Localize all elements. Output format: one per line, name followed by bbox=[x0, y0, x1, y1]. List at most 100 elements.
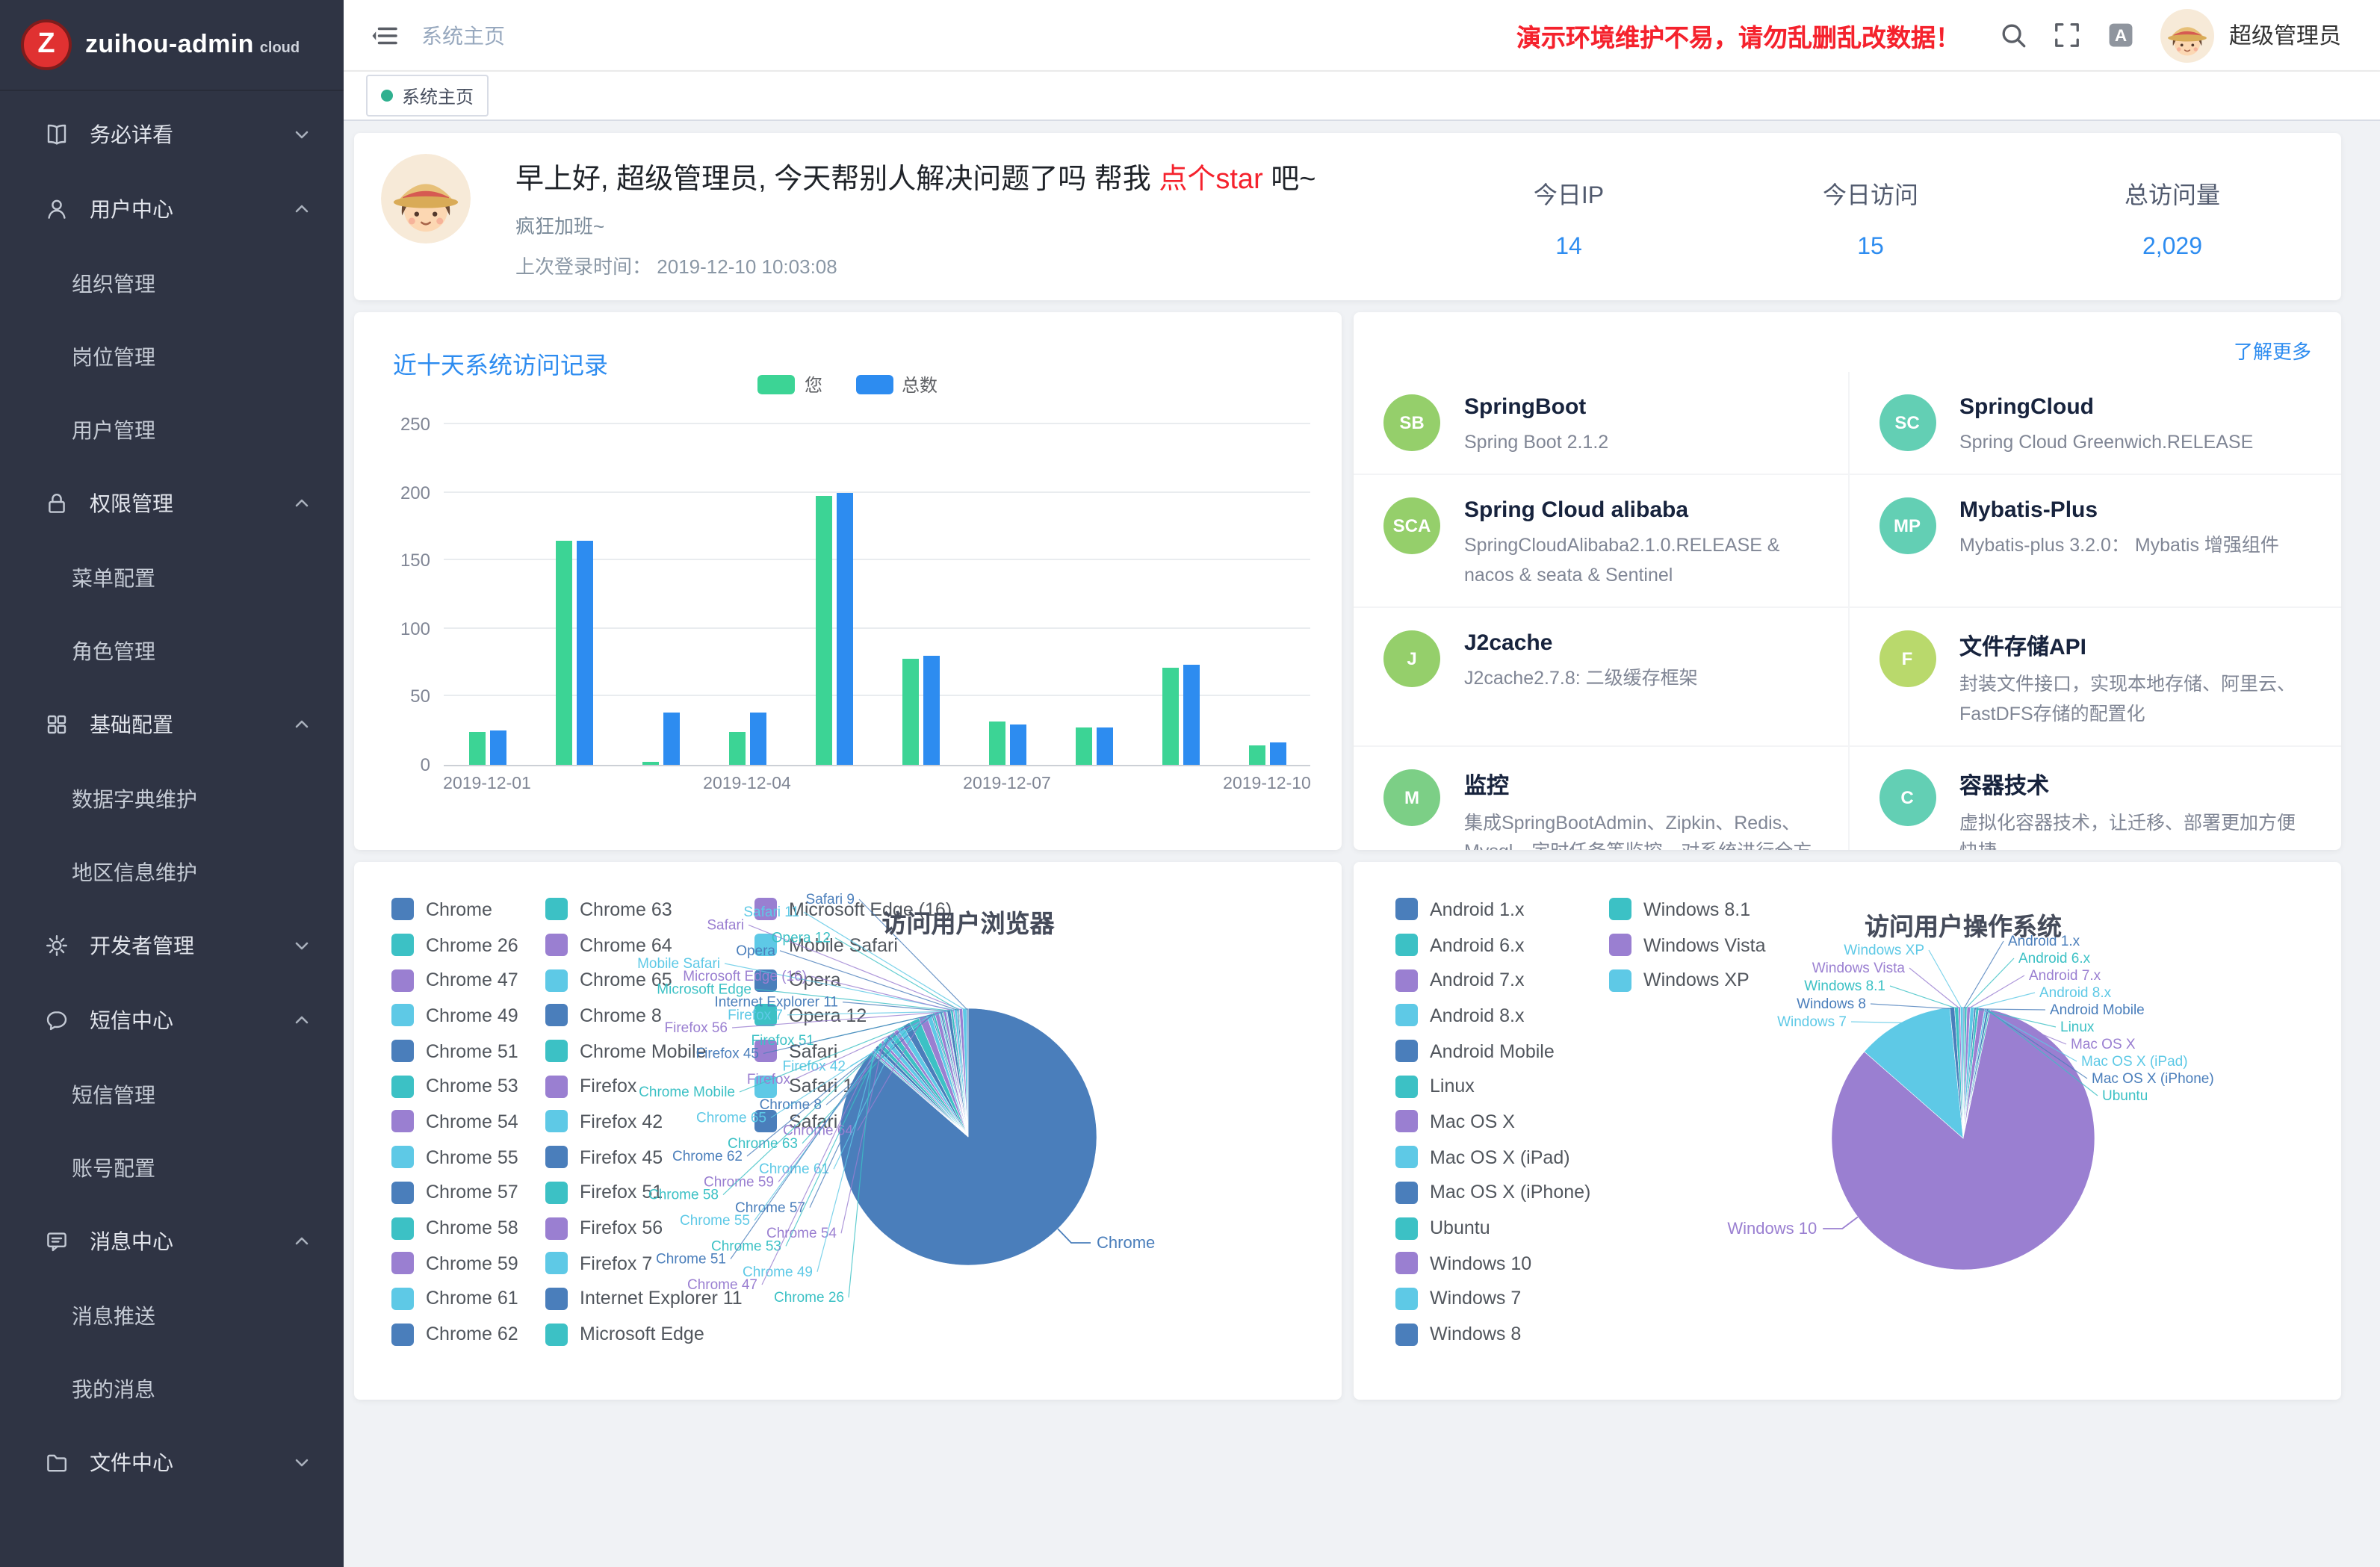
pie-callout-label: Windows XP bbox=[1844, 943, 1924, 958]
sidebar-subitem-area-info[interactable]: 地区信息维护 bbox=[0, 835, 344, 908]
sidebar-item-sms-center[interactable]: 短信中心 bbox=[0, 983, 344, 1058]
bar-you-2019-12-02[interactable] bbox=[555, 542, 571, 765]
sidebar-menu: 务必详看用户中心组织管理岗位管理用户管理权限管理菜单配置角色管理基础配置数据字典… bbox=[0, 91, 344, 1500]
info-content-file-storage-api: 文件存储API 封装文件接口，实现本地存储、阿里云、FastDFS存储的配置化 bbox=[1959, 630, 2311, 729]
pie-callout-line bbox=[1909, 968, 1959, 1008]
pie-callout-label: Firefox 56 bbox=[665, 1020, 728, 1036]
info-item-j2cache: JJ2cacheJ2cache2.7.8: 二级缓存框架 bbox=[1354, 608, 1847, 747]
sidebar-subitem-role-management[interactable]: 角色管理 bbox=[0, 614, 344, 687]
submenu-permission: 菜单配置角色管理 bbox=[0, 541, 344, 687]
pie-callout-label: Android 8.x bbox=[2039, 985, 2112, 1001]
sidebar-subitem-data-dict[interactable]: 数据字典维护 bbox=[0, 762, 344, 835]
pie-callout-line bbox=[1890, 986, 1956, 1008]
info-item-desc: Mybatis-plus 3.2.0： Mybatis 增强组件 bbox=[1959, 533, 2279, 562]
bar-total-2019-12-08[interactable] bbox=[1096, 728, 1112, 765]
bar-group-2019-12-09 bbox=[1137, 424, 1224, 765]
sidebar-item-user-center[interactable]: 用户中心 bbox=[0, 172, 344, 246]
sidebar-item-permission[interactable]: 权限管理 bbox=[0, 466, 344, 541]
sidebar-item-file-center[interactable]: 文件中心 bbox=[0, 1425, 344, 1500]
user-avatar[interactable] bbox=[2160, 8, 2214, 62]
sidebar-subitem-org-management[interactable]: 组织管理 bbox=[0, 246, 344, 320]
sidebar-subitem-message-push[interactable]: 消息推送 bbox=[0, 1279, 344, 1352]
sidebar-subitem-menu-config[interactable]: 菜单配置 bbox=[0, 541, 344, 614]
avatar-image bbox=[2160, 8, 2214, 62]
bar-total-2019-12-07[interactable] bbox=[1009, 724, 1026, 765]
pie-callout-label: Android 7.x bbox=[2029, 968, 2101, 984]
learn-more-link[interactable]: 了解更多 bbox=[2234, 336, 2311, 364]
pie-callout-line bbox=[1823, 1217, 1858, 1229]
sidebar-item-label: 消息中心 bbox=[90, 1226, 173, 1256]
sidebar-subitem-sms-management[interactable]: 短信管理 bbox=[0, 1058, 344, 1131]
greeting-prefix: 早上好, 超级管理员, 今天帮别人解决问题了吗 帮我 bbox=[515, 164, 1159, 196]
bar-you-2019-12-10[interactable] bbox=[1248, 745, 1265, 765]
info-item-title: 文件存储API bbox=[1959, 630, 2311, 662]
bar-group-2019-12-01 bbox=[444, 424, 530, 765]
legend-item-item[interactable]: 总数 bbox=[855, 372, 938, 397]
pie-callout-line bbox=[835, 938, 959, 1011]
bar-you-2019-12-04[interactable] bbox=[728, 732, 745, 765]
bar-you-2019-12-03[interactable] bbox=[642, 762, 658, 765]
bar-total-2019-12-02[interactable] bbox=[576, 540, 592, 765]
bar-group-2019-12-07 bbox=[964, 424, 1050, 765]
user-icon bbox=[45, 197, 69, 221]
pie-main-label: Windows 10 bbox=[1727, 1219, 1817, 1238]
bar-total-2019-12-10[interactable] bbox=[1269, 743, 1286, 765]
star-link[interactable]: 点个star bbox=[1159, 164, 1262, 196]
info-item-desc: J2cache2.7.8: 二级缓存框架 bbox=[1464, 665, 1698, 694]
info-item-title: Mybatis-Plus bbox=[1959, 498, 2279, 524]
font-size-button[interactable]: A bbox=[2107, 21, 2135, 49]
info-item-desc: Spring Cloud Greenwich.RELEASE bbox=[1959, 429, 2253, 458]
sidebar-subitem-sms-account[interactable]: 账号配置 bbox=[0, 1131, 344, 1204]
bar-total-2019-12-06[interactable] bbox=[923, 656, 939, 765]
visit-chart-card: 近十天系统访问记录 您总数 0501001502002502019-12-012… bbox=[354, 312, 1342, 850]
bar-you-2019-12-06[interactable] bbox=[902, 659, 918, 765]
sidebar-subitem-post-management[interactable]: 岗位管理 bbox=[0, 320, 344, 393]
search-button[interactable] bbox=[1999, 21, 2027, 49]
bar-total-2019-12-04[interactable] bbox=[749, 713, 766, 765]
legend-swatch bbox=[855, 375, 893, 394]
pie-callout-label: Android 6.x bbox=[2018, 951, 2091, 966]
last-login-time: 2019-12-10 10:03:08 bbox=[657, 255, 837, 278]
current-user-name[interactable]: 超级管理员 bbox=[2229, 19, 2341, 51]
bar-you-2019-12-09[interactable] bbox=[1162, 668, 1178, 765]
chevron-up-icon bbox=[293, 1232, 311, 1250]
sidebar-subitem-my-messages[interactable]: 我的消息 bbox=[0, 1352, 344, 1425]
bar-total-2019-12-05[interactable] bbox=[836, 492, 852, 765]
pie-callout-label: Safari 11 bbox=[743, 904, 799, 920]
sidebar-item-label: 权限管理 bbox=[90, 488, 173, 518]
sidebar-item-must-read[interactable]: 务必详看 bbox=[0, 97, 344, 172]
sidebar-toggle-button[interactable] bbox=[371, 20, 400, 50]
info-item-desc: 集成SpringBootAdmin、Zipkin、Redis、Mysql、定时任… bbox=[1464, 810, 1817, 850]
bar-you-2019-12-05[interactable] bbox=[815, 497, 831, 765]
sidebar-item-message-center[interactable]: 消息中心 bbox=[0, 1204, 344, 1279]
bar-you-2019-12-07[interactable] bbox=[988, 722, 1005, 765]
bar-total-2019-12-03[interactable] bbox=[663, 713, 679, 765]
info-badge-monitor: M bbox=[1383, 769, 1440, 826]
info-badge-springboot: SB bbox=[1383, 394, 1440, 451]
sidebar-subitem-label: 数据字典维护 bbox=[72, 784, 197, 813]
info-item-desc: 封装文件接口，实现本地存储、阿里云、FastDFS存储的配置化 bbox=[1959, 671, 2311, 729]
logo-letter: Z bbox=[37, 28, 55, 61]
bar-you-2019-12-08[interactable] bbox=[1075, 727, 1091, 765]
sidebar-subitem-label: 用户管理 bbox=[72, 415, 155, 444]
app-logo[interactable]: Z zuihou-admin cloud bbox=[0, 0, 344, 91]
legend-item-item[interactable]: 您 bbox=[758, 372, 822, 397]
bar-you-2019-12-01[interactable] bbox=[468, 732, 485, 765]
breadcrumb: 系统主页 bbox=[421, 20, 505, 50]
x-axis-label: 2019-12-07 bbox=[952, 775, 1062, 793]
legend-swatch bbox=[758, 375, 796, 394]
sidebar-subitem-user-management[interactable]: 用户管理 bbox=[0, 393, 344, 466]
fullscreen-button[interactable] bbox=[2053, 21, 2081, 49]
gear-icon bbox=[45, 934, 69, 958]
info-content-monitor: 监控集成SpringBootAdmin、Zipkin、Redis、Mysql、定… bbox=[1464, 769, 1817, 850]
bar-total-2019-12-09[interactable] bbox=[1183, 665, 1199, 765]
sidebar-item-developer[interactable]: 开发者管理 bbox=[0, 908, 344, 983]
info-item-desc: Spring Boot 2.1.2 bbox=[1464, 429, 1608, 458]
pie-callout-label: Windows 7 bbox=[1777, 1014, 1847, 1030]
bar-total-2019-12-01[interactable] bbox=[489, 730, 506, 765]
tab-home[interactable]: 系统主页 bbox=[366, 75, 489, 117]
sidebar-item-base-config[interactable]: 基础配置 bbox=[0, 687, 344, 762]
chevron-up-icon bbox=[293, 716, 311, 733]
info-badge-mybatis-plus: MP bbox=[1879, 498, 1936, 555]
pie-callout-label: Chrome 51 bbox=[656, 1252, 726, 1267]
